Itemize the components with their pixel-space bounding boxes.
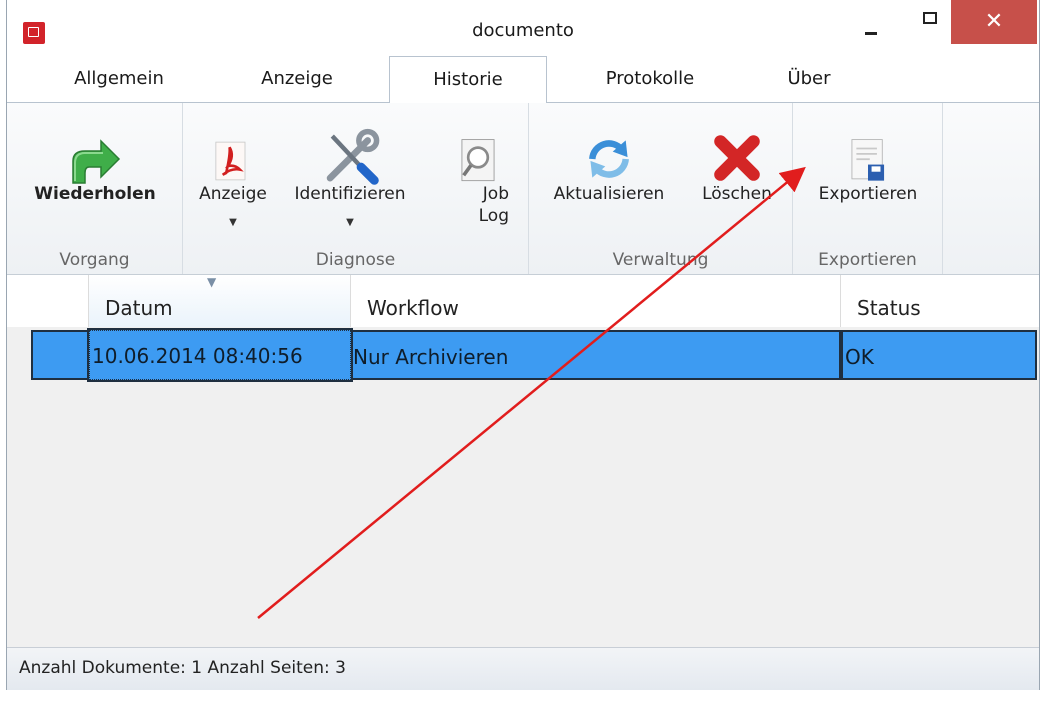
history-grid: ▼ Datum Workflow Status 10.06.2014 08:40… bbox=[7, 275, 1039, 647]
app-window: documento ✕ Allgemein Anzeige Historie P… bbox=[6, 0, 1040, 690]
identifizieren-button[interactable]: Identifizieren ▼ bbox=[275, 103, 425, 243]
group-label-diagnose: Diagnose bbox=[315, 250, 396, 270]
table-row[interactable]: 10.06.2014 08:40:56 Nur Archivieren OK bbox=[31, 328, 1037, 382]
column-header-workflow[interactable]: Workflow bbox=[351, 275, 841, 327]
chevron-down-icon: ▼ bbox=[346, 217, 354, 228]
anzeige-button[interactable]: Anzeige ▼ bbox=[195, 103, 271, 243]
title-bar[interactable]: documento ✕ bbox=[7, 0, 1039, 56]
minimize-icon bbox=[865, 32, 877, 35]
sort-descending-icon: ▼ bbox=[207, 275, 217, 289]
group-label-vorgang: Vorgang bbox=[59, 250, 130, 270]
cell-status[interactable]: OK bbox=[841, 330, 1037, 380]
minimize-button[interactable] bbox=[845, 0, 893, 48]
column-header-datum-label: Datum bbox=[105, 296, 173, 320]
pdf-icon bbox=[215, 141, 246, 181]
column-header-status-label: Status bbox=[857, 296, 921, 320]
group-verwaltung: Aktualisieren Löschen Verwaltung bbox=[529, 103, 793, 274]
tab-ueber[interactable]: Über bbox=[769, 56, 849, 102]
tab-protokolle[interactable]: Protokolle bbox=[575, 56, 725, 102]
group-diagnose: Anzeige ▼ Identifizieren ▼ Job Log Diagn… bbox=[183, 103, 529, 274]
tab-historie[interactable]: Historie bbox=[389, 56, 547, 103]
joblog-button[interactable]: Job Log bbox=[443, 103, 513, 243]
row-selector[interactable] bbox=[31, 330, 89, 380]
tab-allgemein[interactable]: Allgemein bbox=[49, 56, 189, 102]
red-x-icon bbox=[714, 135, 760, 181]
loeschen-button[interactable]: Löschen bbox=[689, 103, 785, 243]
ribbon: Wiederholen Vorgang Anzeige ▼ Identifizi… bbox=[7, 102, 1039, 275]
wrench-screwdriver-icon bbox=[326, 128, 380, 185]
column-header-status[interactable]: Status bbox=[841, 275, 1037, 327]
wiederholen-button[interactable]: Wiederholen bbox=[15, 103, 175, 243]
tab-bar: Allgemein Anzeige Historie Protokolle Üb… bbox=[7, 56, 1039, 103]
aktualisieren-label: Aktualisieren bbox=[553, 184, 665, 204]
cell-datum[interactable]: 10.06.2014 08:40:56 bbox=[87, 328, 353, 382]
column-header-datum[interactable]: ▼ Datum bbox=[89, 275, 351, 327]
aktualisieren-button[interactable]: Aktualisieren bbox=[539, 103, 679, 243]
tab-anzeige[interactable]: Anzeige bbox=[237, 56, 357, 102]
save-document-icon bbox=[851, 139, 885, 181]
group-label-verwaltung: Verwaltung bbox=[612, 250, 709, 270]
magnifier-document-icon bbox=[461, 139, 495, 182]
joblog-label: Job Log bbox=[478, 184, 509, 226]
loeschen-label: Löschen bbox=[702, 184, 772, 204]
exportieren-label: Exportieren bbox=[818, 184, 918, 204]
grid-header: ▼ Datum Workflow Status bbox=[7, 275, 1039, 327]
cell-workflow[interactable]: Nur Archivieren bbox=[351, 330, 841, 380]
group-vorgang: Wiederholen Vorgang bbox=[7, 103, 183, 274]
green-arrow-icon bbox=[72, 139, 121, 184]
wiederholen-label: Wiederholen bbox=[34, 184, 156, 204]
status-bar: Anzahl Dokumente: 1 Anzahl Seiten: 3 bbox=[7, 647, 1039, 690]
identifizieren-label: Identifizieren bbox=[294, 184, 406, 204]
row-selector-header bbox=[31, 275, 89, 327]
exportieren-button[interactable]: Exportieren bbox=[803, 103, 933, 243]
group-label-exportieren: Exportieren bbox=[818, 250, 917, 270]
maximize-button[interactable] bbox=[905, 0, 953, 48]
anzeige-label: Anzeige bbox=[199, 184, 267, 204]
refresh-icon bbox=[589, 140, 629, 178]
maximize-icon bbox=[923, 12, 937, 24]
close-icon: ✕ bbox=[984, 9, 1004, 34]
status-text: Anzahl Dokumente: 1 Anzahl Seiten: 3 bbox=[19, 658, 346, 678]
chevron-down-icon: ▼ bbox=[229, 217, 237, 228]
close-button[interactable]: ✕ bbox=[951, 0, 1037, 44]
group-exportieren: Exportieren Exportieren bbox=[793, 103, 943, 274]
column-header-workflow-label: Workflow bbox=[367, 296, 459, 320]
